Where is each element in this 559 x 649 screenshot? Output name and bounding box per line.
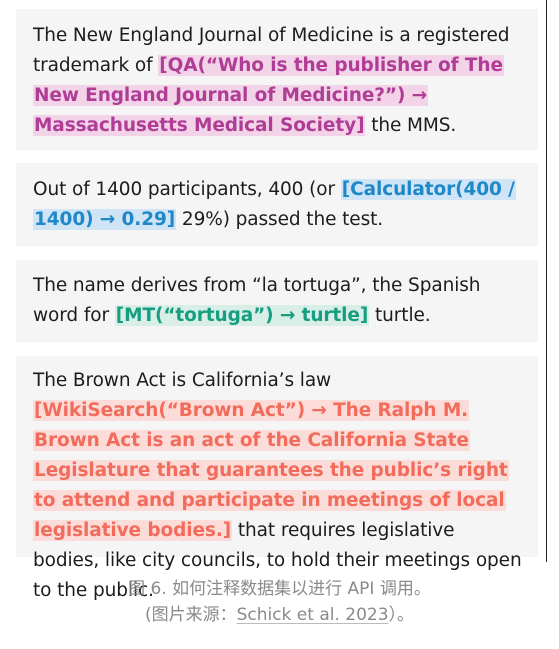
source-suffix: ）。: [388, 605, 415, 625]
example-text-before: Out of 1400 participants, 400 (or: [33, 179, 341, 200]
right-border-line: [546, 0, 547, 562]
example-text-after: the MMS.: [365, 115, 457, 136]
example-card-calculator: Out of 1400 participants, 400 (or [Calcu…: [16, 163, 538, 246]
example-card-qa: The New England Journal of Medicine is a…: [16, 9, 538, 150]
example-text-after: turtle.: [369, 305, 431, 326]
api-call-mt: [MT(“tortuga”) → turtle]: [114, 305, 370, 326]
figure-source: (图片来源：Schick et al. 2023）。: [0, 602, 559, 628]
citation-link[interactable]: Schick et al. 2023: [237, 605, 389, 625]
example-card-mt: The name derives from “la tortuga”, the …: [16, 260, 538, 342]
figure-caption: 图 6. 如何注释数据集以进行 API 调用。: [128, 579, 431, 599]
example-text-after: 29%) passed the test.: [176, 209, 384, 230]
example-text-before: The Brown Act is California’s law: [33, 370, 332, 391]
example-card-wikisearch: The Brown Act is California’s law [WikiS…: [16, 356, 538, 601]
source-prefix: (图片来源：: [144, 605, 237, 625]
